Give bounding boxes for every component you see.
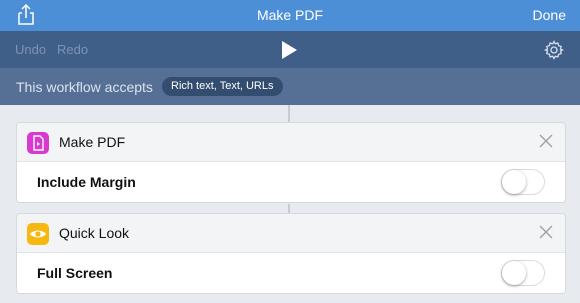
eye-icon [27,223,49,245]
action-title: Quick Look [59,225,130,241]
flow-connector [288,105,290,122]
navigation-bar: Make PDF Done [0,0,580,31]
accepts-label: This workflow accepts [16,79,153,95]
page-title: Make PDF [256,7,324,23]
full-screen-label: Full Screen [37,265,113,281]
full-screen-toggle[interactable] [501,260,545,286]
toggle-knob [502,170,526,194]
accepted-types-chip[interactable]: Rich text, Text, URLs [162,77,283,96]
action-title: Make PDF [59,134,126,150]
toggle-knob [502,261,526,285]
include-margin-toggle[interactable] [501,169,545,195]
action-header: Make PDF [17,123,565,162]
editor-toolbar: Undo Redo [0,31,580,68]
gear-icon[interactable] [544,40,564,60]
include-margin-label: Include Margin [37,174,136,190]
action-header: Quick Look [17,214,565,253]
option-row: Full Screen [17,253,565,293]
workflow-input-bar: This workflow accepts Rich text, Text, U… [0,68,580,105]
option-row: Include Margin [17,162,565,202]
play-icon[interactable] [280,40,298,60]
close-icon[interactable] [539,134,553,148]
action-card-make-pdf[interactable]: Make PDF Include Margin [16,122,566,203]
action-card-quick-look[interactable]: Quick Look Full Screen [16,213,566,294]
done-button[interactable]: Done [533,7,566,23]
undo-button[interactable]: Undo [15,42,46,57]
pdf-document-icon [27,132,49,154]
redo-button[interactable]: Redo [57,42,88,57]
flow-connector [288,204,290,213]
close-icon[interactable] [539,225,553,239]
